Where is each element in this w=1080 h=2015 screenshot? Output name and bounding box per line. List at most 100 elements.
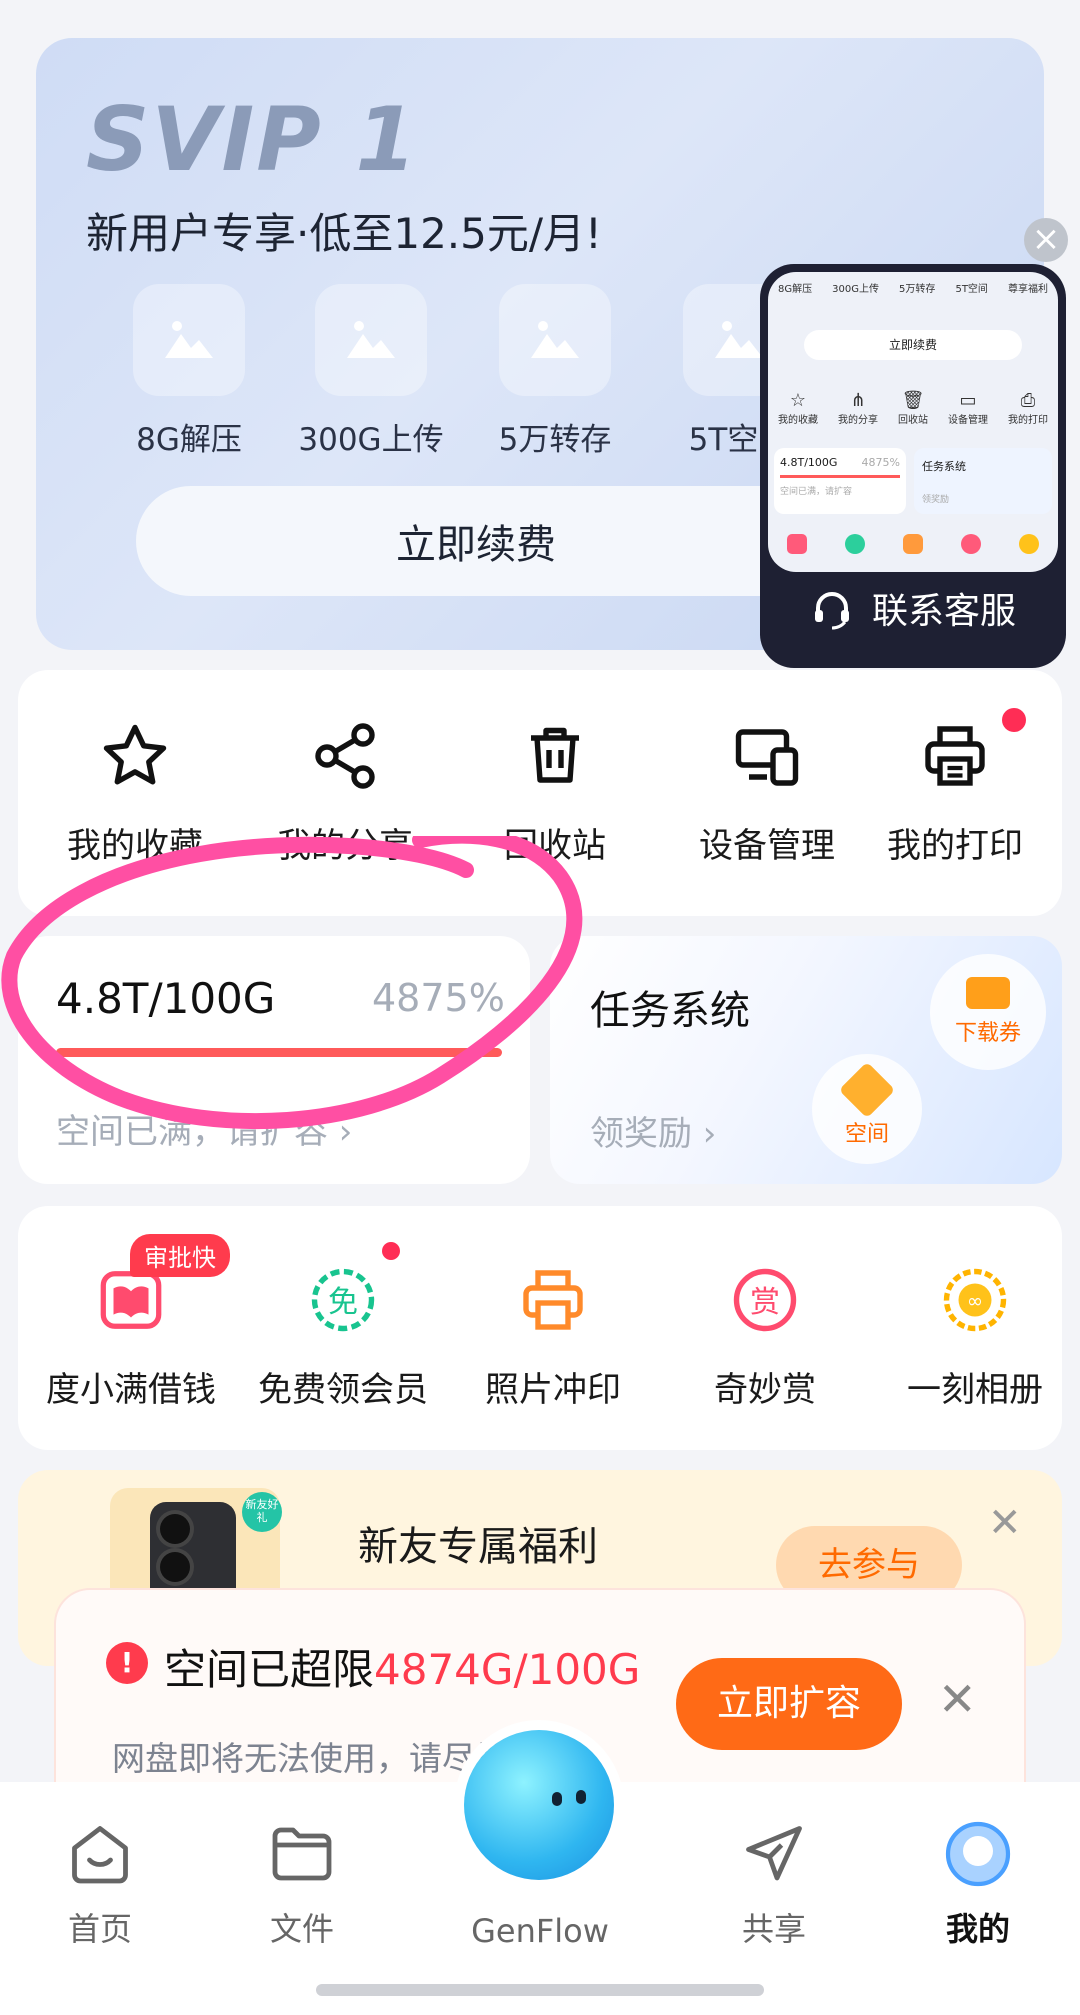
service-photo-print[interactable]: 照片冲印 <box>448 1260 658 1411</box>
reward-icon <box>961 534 981 554</box>
close-icon[interactable]: × <box>1024 218 1068 262</box>
nav-genflow-label[interactable]: GenFlow <box>460 1900 620 1950</box>
task-system-card[interactable]: 任务系统 领奖励 › 下载券 空间 <box>550 936 1062 1184</box>
headset-icon <box>814 592 849 630</box>
trash-icon <box>531 727 579 783</box>
svip-logo: SVIP 1 <box>86 88 419 191</box>
service-label: 度小满借钱 <box>46 1370 216 1410</box>
mini-benefits: 8G解压 300G上传 5万转存 5T空间 尊享福利 <box>768 280 1058 295</box>
mini-tool: 🗑 回收站 <box>898 390 928 426</box>
nav-profile[interactable]: 我的 <box>898 1816 1058 1950</box>
reward-icon: 赏 <box>733 1268 797 1332</box>
image-icon <box>715 321 763 358</box>
printer-icon: ⎙ <box>1020 390 1036 411</box>
alert-title: 空间已超限4874G/100G <box>164 1645 641 1694</box>
space-badge[interactable]: 空间 <box>812 1054 922 1164</box>
expand-space-button[interactable]: 立即扩容 <box>676 1658 902 1750</box>
svip-subtitle: 新用户专享·低至12.5元/月! <box>86 209 602 258</box>
service-label: 免费领会员 <box>258 1370 428 1410</box>
folder-icon <box>272 1827 332 1881</box>
tool-recycle-bin[interactable]: 回收站 <box>450 716 660 867</box>
mini-benefit: 尊享福利 <box>1007 284 1048 295</box>
tool-favorites[interactable]: 我的收藏 <box>30 716 240 867</box>
mini-tool: ▭ 设备管理 <box>948 390 988 426</box>
mini-storage-used: 4.8T/100G <box>780 456 838 469</box>
svg-text:赏: 赏 <box>750 1285 780 1320</box>
mini-tool: ⋔ 我的分享 <box>838 390 878 426</box>
close-icon[interactable]: ✕ <box>938 1672 977 1726</box>
image-icon <box>165 321 213 358</box>
svg-text:免: 免 <box>328 1285 358 1320</box>
alert-icon: ! <box>106 1642 148 1684</box>
nav-label: 文件 <box>269 1910 334 1948</box>
task-reward-link[interactable]: 领奖励 › <box>590 1106 716 1155</box>
mini-benefit: 300G上传 <box>832 284 880 295</box>
mini-tool: ☆ 我的收藏 <box>778 390 818 426</box>
nav-label: 我的 <box>945 1910 1010 1948</box>
service-reward[interactable]: 赏 奇妙赏 <box>660 1260 870 1411</box>
chevron-right-icon: › <box>692 1114 717 1154</box>
close-icon[interactable]: ✕ <box>988 1500 1022 1546</box>
mini-tools: ☆ 我的收藏 ⋔ 我的分享 🗑 回收站 ▭ 设备管理 ⎙ 我的打印 <box>768 390 1058 426</box>
svg-text:∞: ∞ <box>967 1290 983 1313</box>
tool-my-print[interactable]: 我的打印 <box>850 716 1060 867</box>
nav-share[interactable]: 共享 <box>694 1816 854 1950</box>
mini-benefit: 5万转存 <box>899 284 936 295</box>
mini-task-title: 任务系统 <box>922 460 966 473</box>
storage-tip[interactable]: 空间已满，请扩容 › <box>56 1104 352 1153</box>
storage-used: 4.8T/100G <box>56 974 276 1023</box>
nav-files[interactable]: 文件 <box>222 1816 382 1950</box>
service-label: 一刻相册 <box>907 1370 1043 1410</box>
chevron-right-icon: › <box>328 1112 353 1152</box>
loan-book-icon <box>787 534 807 554</box>
benefit-label: 300G上传 <box>298 422 444 458</box>
tool-device-manage[interactable]: 设备管理 <box>662 716 872 867</box>
genflow-mascot-icon[interactable] <box>464 1730 614 1880</box>
floating-preview-window[interactable]: 8G解压 300G上传 5万转存 5T空间 尊享福利 立即续费 ☆ 我的收藏 ⋔ 我… <box>760 264 1066 668</box>
contact-label: 联系客服 <box>871 591 1016 632</box>
devices-icon <box>735 729 799 786</box>
badge-label: 空间 <box>844 1122 889 1147</box>
storage-card[interactable]: 4.8T/100G 4875% 空间已满，请扩容 › <box>18 936 530 1184</box>
nav-home[interactable]: 首页 <box>20 1816 180 1950</box>
service-label: 奇妙赏 <box>714 1370 816 1410</box>
promo-sticker: 新友好礼 <box>242 1492 282 1532</box>
mini-tool: ⎙ 我的打印 <box>1008 390 1048 426</box>
service-album[interactable]: ∞ 一刻相册 <box>870 1260 1080 1411</box>
star-icon <box>103 724 167 785</box>
benefit-item: 5万转存 <box>470 284 640 459</box>
tool-label: 我的分享 <box>277 826 413 866</box>
share-icon: ⋔ <box>850 390 866 411</box>
service-loan[interactable]: 度小满借钱 <box>26 1260 236 1411</box>
benefit-label: 8G解压 <box>136 422 242 458</box>
devices-icon: ▭ <box>959 390 977 411</box>
star-icon: ☆ <box>789 390 807 411</box>
ticket-icon <box>966 977 1010 1009</box>
tool-label: 回收站 <box>504 826 606 866</box>
service-free-member[interactable]: 免 免费领会员 <box>238 1260 448 1411</box>
storage-progress-bar <box>56 1048 502 1057</box>
nav-label: GenFlow <box>471 1912 609 1950</box>
task-title: 任务系统 <box>590 988 750 1034</box>
home-indicator <box>316 1984 764 1996</box>
printer-icon <box>925 726 985 786</box>
mini-storage-tip: 空间已满，请扩容 <box>780 487 853 497</box>
download-coupon-badge[interactable]: 下载券 <box>930 954 1046 1070</box>
tool-my-share[interactable]: 我的分享 <box>240 716 450 867</box>
badge-label: 下载券 <box>954 1021 1021 1046</box>
free-member-icon <box>845 534 865 554</box>
notification-dot <box>382 1242 400 1260</box>
services-panel: 度小满借钱 审批快 免 免费领会员 照片冲印 赏 奇妙赏 ∞ 一刻相册 <box>18 1206 1062 1450</box>
tool-label: 我的打印 <box>887 826 1023 866</box>
mini-task-card: 任务系统 领奖励 <box>914 448 1052 514</box>
renew-button[interactable]: 立即续费 <box>136 486 816 596</box>
send-icon <box>746 1826 802 1881</box>
service-label: 照片冲印 <box>485 1370 621 1410</box>
contact-service-button[interactable]: 联系客服 <box>760 582 1066 634</box>
nav-label: 共享 <box>741 1910 806 1948</box>
photo-print-icon <box>523 1270 583 1330</box>
quick-tools-panel: 我的收藏 我的分享 回收站 设备管理 我的打印 <box>18 670 1062 916</box>
benefit-label: 5万转存 <box>498 422 612 458</box>
album-icon <box>1019 534 1039 554</box>
approval-fast-tag: 审批快 <box>130 1234 230 1277</box>
